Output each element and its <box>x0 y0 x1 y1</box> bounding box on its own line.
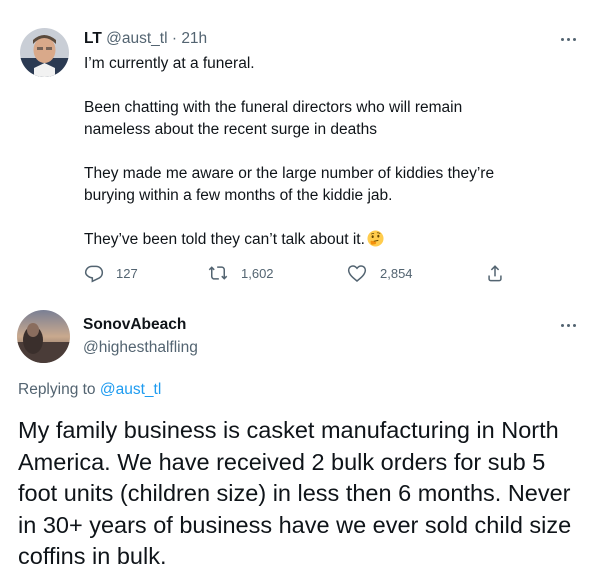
reply-count: 127 <box>116 265 138 281</box>
more-icon[interactable] <box>557 34 579 44</box>
like-count: 2,854 <box>380 265 413 281</box>
retweet-count: 1,602 <box>241 265 274 281</box>
avatar[interactable] <box>17 310 70 363</box>
share-icon <box>488 265 502 282</box>
tweet-paragraph: They made me aware or the large number o… <box>84 165 495 204</box>
retweet-icon <box>208 266 228 280</box>
replying-to-link[interactable]: @aust_tl <box>100 381 161 398</box>
reply-icon <box>84 265 104 283</box>
reply-button[interactable]: 127 <box>84 263 138 283</box>
replying-to: Replying to @aust_tl <box>18 381 161 399</box>
tweet-actions: 127 1,602 2,854 <box>84 263 514 283</box>
retweet-button[interactable]: 1,602 <box>207 263 274 283</box>
tweet-paragraph-last: They’ve been told they can’t talk about … <box>84 229 554 251</box>
replying-to-label: Replying to <box>18 381 96 398</box>
thinking-face-emoji <box>367 230 384 247</box>
avatar[interactable] <box>20 28 69 77</box>
timestamp[interactable]: 21h <box>181 30 207 47</box>
author-handle[interactable]: @aust_tl <box>106 30 167 47</box>
reply-author-name[interactable]: SonovAbeach <box>83 316 186 334</box>
tweet-text: I’m currently at a funeral. Been chattin… <box>84 53 554 251</box>
author-name[interactable]: LT <box>84 30 102 47</box>
reply-author-handle[interactable]: @highesthalfling <box>83 339 198 357</box>
share-button[interactable] <box>485 263 505 283</box>
like-icon <box>347 265 367 282</box>
tweet-header: LT @aust_tl · 21h <box>84 30 207 48</box>
tweet-paragraph: They’ve been told they can’t talk about … <box>84 231 365 248</box>
tweet-paragraph: I’m currently at a funeral. <box>84 55 255 72</box>
separator: · <box>171 30 177 47</box>
reply-text: My family business is casket manufacturi… <box>18 417 572 569</box>
like-button[interactable]: 2,854 <box>346 263 413 283</box>
more-icon[interactable] <box>557 320 579 330</box>
tweet-paragraph: Been chatting with the funeral directors… <box>84 99 463 138</box>
